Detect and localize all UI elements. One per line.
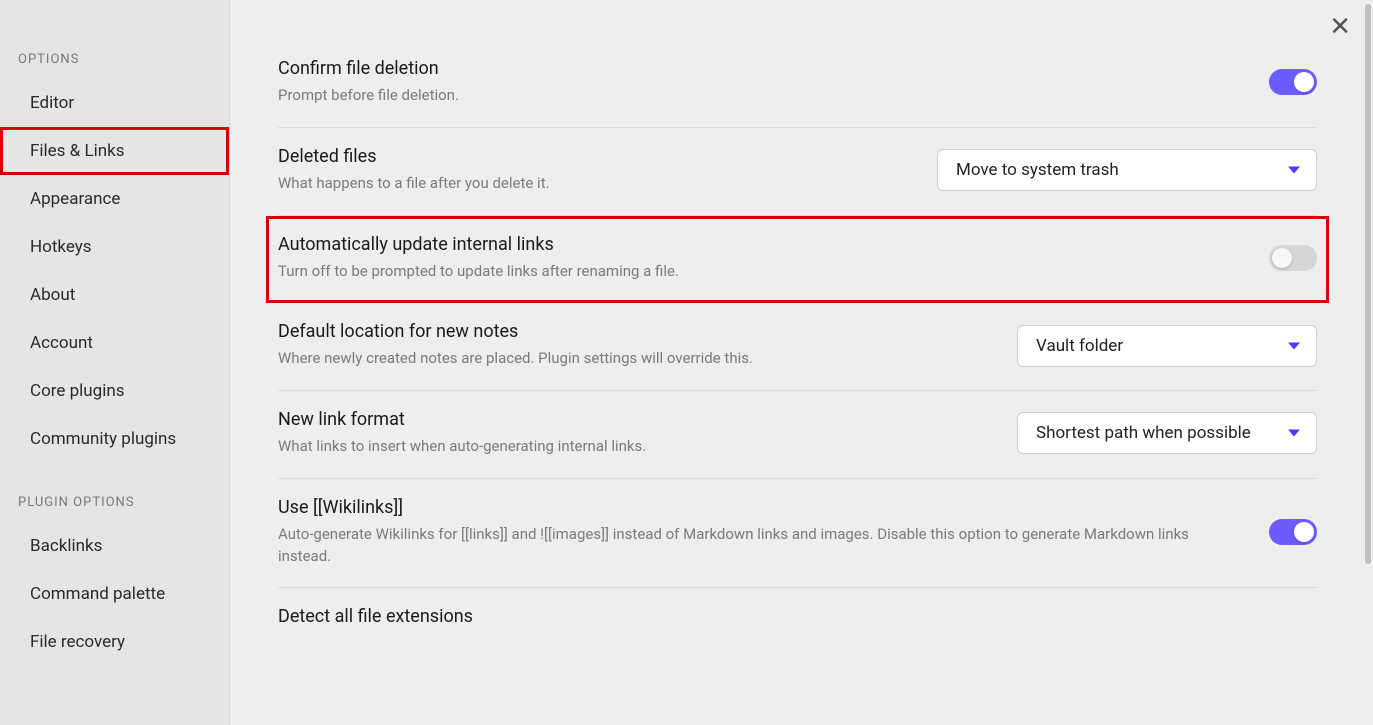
setting-default-location: Default location for new notes Where new… (278, 303, 1317, 391)
sidebar-heading-options: Options (0, 40, 229, 79)
sidebar-heading-plugin-options: Plugin options (0, 483, 229, 522)
scrollbar-thumb[interactable] (1365, 4, 1371, 564)
select-default-location[interactable]: Vault folder (1017, 325, 1317, 367)
sidebar-item-about[interactable]: About (0, 271, 229, 319)
toggle-auto-update-links[interactable] (1269, 245, 1317, 271)
select-deleted-files[interactable]: Move to system trash (937, 149, 1317, 191)
setting-desc: Where newly created notes are placed. Pl… (278, 348, 993, 370)
setting-desc: What links to insert when auto-generatin… (278, 436, 993, 458)
setting-new-link-format: New link format What links to insert whe… (278, 391, 1317, 479)
sidebar-item-file-recovery[interactable]: File recovery (0, 618, 229, 666)
close-icon[interactable]: ✕ (1325, 10, 1355, 44)
setting-title: New link format (278, 409, 993, 430)
sidebar-item-hotkeys[interactable]: Hotkeys (0, 223, 229, 271)
setting-use-wikilinks: Use [[Wikilinks]] Auto-generate Wikilink… (278, 479, 1317, 589)
sidebar-item-appearance[interactable]: Appearance (0, 175, 229, 223)
setting-title: Detect all file extensions (278, 606, 1317, 627)
setting-title: Deleted files (278, 146, 913, 167)
setting-desc: Turn off to be prompted to update links … (278, 261, 1245, 283)
sidebar-item-backlinks[interactable]: Backlinks (0, 522, 229, 570)
setting-auto-update-links: Automatically update internal links Turn… (266, 216, 1329, 304)
toggle-confirm-delete[interactable] (1269, 69, 1317, 95)
setting-desc: Auto-generate Wikilinks for [[links]] an… (278, 524, 1245, 568)
setting-desc: Prompt before file deletion. (278, 85, 1245, 107)
scrollbar-track[interactable] (1363, 0, 1373, 725)
sidebar-item-core-plugins[interactable]: Core plugins (0, 367, 229, 415)
sidebar-item-editor[interactable]: Editor (0, 79, 229, 127)
setting-title: Use [[Wikilinks]] (278, 497, 1245, 518)
toggle-use-wikilinks[interactable] (1269, 519, 1317, 545)
setting-title: Automatically update internal links (278, 234, 1245, 255)
settings-panel: ✕ Confirm file deletion Prompt before fi… (230, 0, 1373, 725)
setting-title: Default location for new notes (278, 321, 993, 342)
setting-detect-ext: Detect all file extensions (278, 588, 1317, 653)
setting-title: Confirm file deletion (278, 58, 1245, 79)
select-new-link-format[interactable]: Shortest path when possible (1017, 412, 1317, 454)
sidebar-item-community-plugins[interactable]: Community plugins (0, 415, 229, 463)
setting-confirm-delete: Confirm file deletion Prompt before file… (278, 40, 1317, 128)
sidebar-item-command-palette[interactable]: Command palette (0, 570, 229, 618)
setting-desc: What happens to a file after you delete … (278, 173, 913, 195)
sidebar-item-files-links[interactable]: Files & Links (0, 127, 229, 175)
settings-sidebar: Options Editor Files & Links Appearance … (0, 0, 230, 725)
setting-deleted-files: Deleted files What happens to a file aft… (278, 128, 1317, 216)
sidebar-item-account[interactable]: Account (0, 319, 229, 367)
